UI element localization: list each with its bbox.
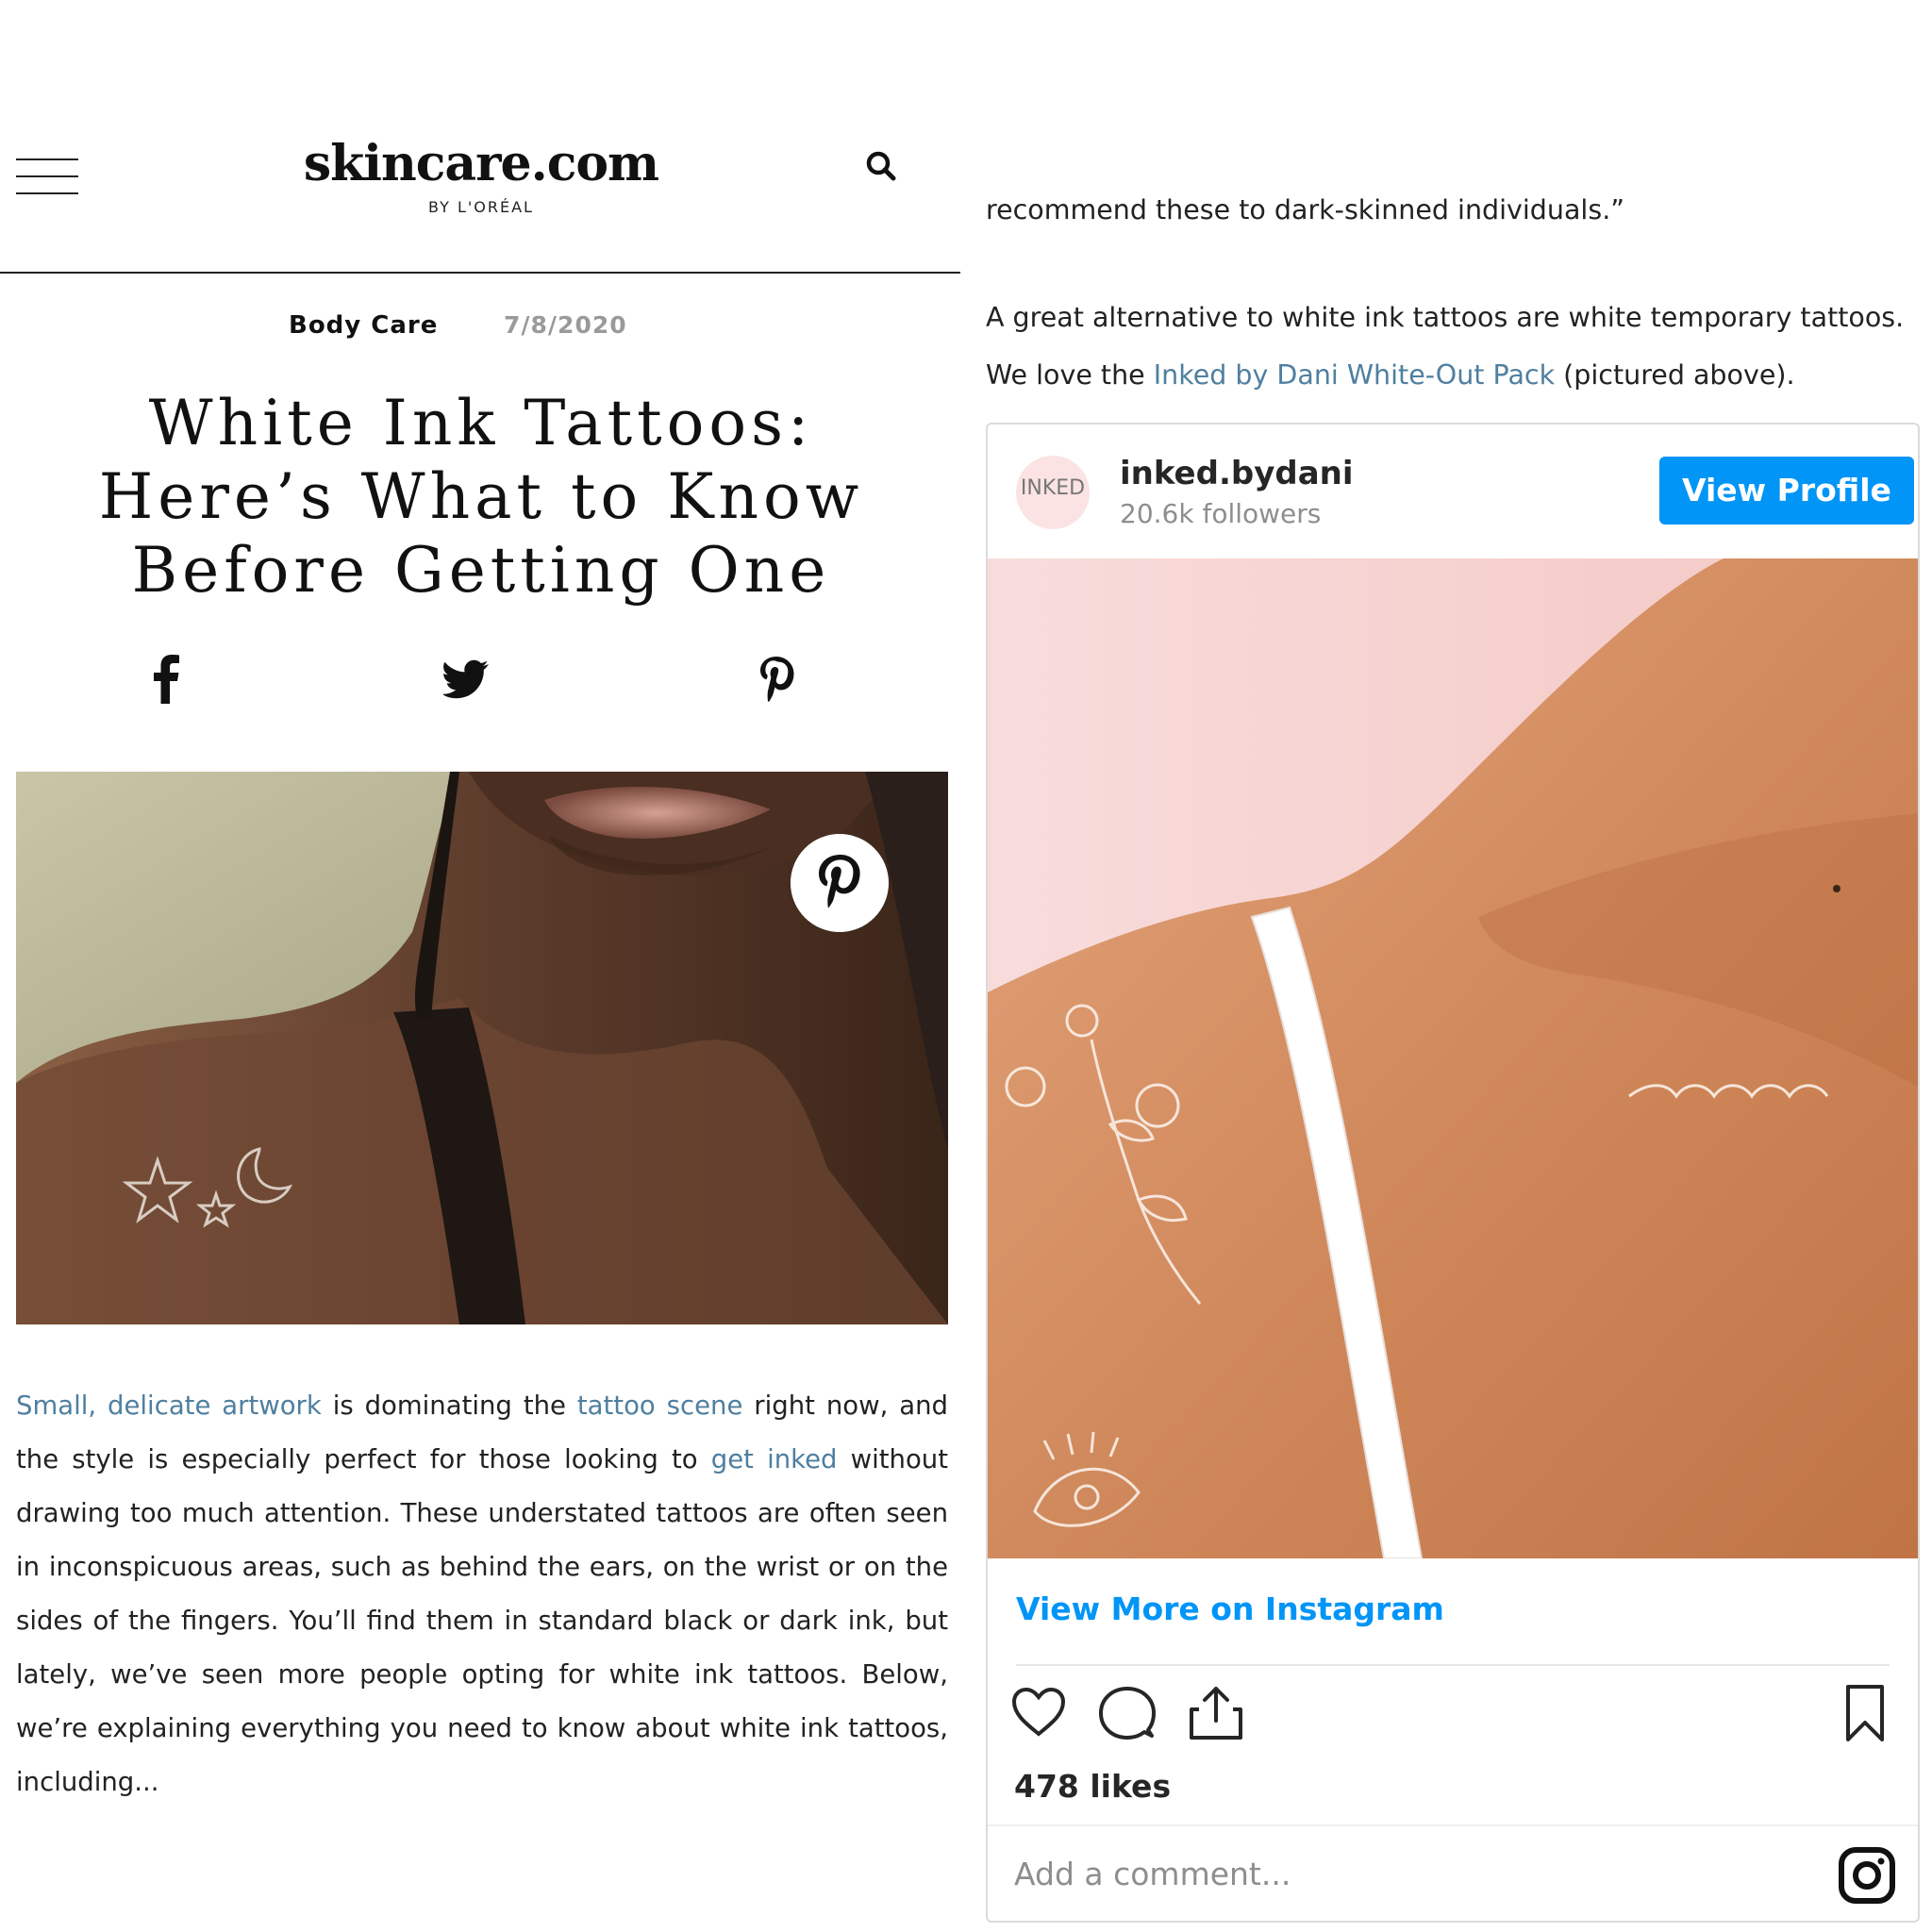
article-panel: skincare.com BY L'ORÉAL Body Care 7/8/20… [0, 0, 962, 1932]
facebook-icon[interactable] [143, 651, 191, 704]
like-count: 478 likes [1014, 1768, 1172, 1805]
share-icon[interactable] [1186, 1683, 1246, 1743]
paragraph-text: We love the [986, 359, 1154, 391]
link-inked-by-dani-pack[interactable]: Inked by Dani White-Out Pack [1154, 359, 1555, 391]
paragraph-line: A great alternative to white ink tattoos… [986, 302, 1905, 333]
logo-wordmark: skincare.com [303, 135, 659, 192]
category-link[interactable]: Body Care [289, 311, 438, 340]
instagram-logo-icon[interactable] [1837, 1845, 1897, 1906]
twitter-icon[interactable] [443, 651, 491, 704]
link-get-inked[interactable]: get inked [711, 1444, 838, 1474]
view-more-link[interactable]: View More on Instagram [1016, 1591, 1444, 1627]
site-logo[interactable]: skincare.com BY L'ORÉAL [292, 135, 670, 217]
link-tattoo-scene[interactable]: tattoo scene [577, 1391, 743, 1421]
menu-line [16, 192, 78, 194]
intro-text: without drawing too much attention. Thes… [16, 1444, 948, 1797]
comment-icon[interactable] [1097, 1683, 1158, 1743]
paragraph-line: We love the Inked by Dani White-Out Pack… [986, 359, 1795, 391]
pin-it-button[interactable] [791, 834, 889, 932]
intro-text: is dominating the [321, 1391, 577, 1421]
article-intro: Small, delicate artwork is dominating th… [16, 1379, 948, 1809]
link-small-delicate-artwork[interactable]: Small, delicate artwork [16, 1391, 322, 1421]
pinterest-icon[interactable] [753, 651, 800, 704]
avatar-text: INKED [1020, 476, 1086, 500]
divider [1016, 1664, 1890, 1666]
article-meta: Body Care 7/8/2020 [0, 311, 962, 343]
paragraph-text: (pictured above). [1555, 359, 1795, 391]
bookmark-icon[interactable] [1835, 1683, 1895, 1743]
quote-ending: recommend these to dark-skinned individu… [986, 194, 1625, 225]
view-profile-button[interactable]: View Profile [1659, 457, 1914, 525]
menu-line [16, 175, 78, 177]
article-continued-panel: recommend these to dark-skinned individu… [962, 0, 1932, 1932]
menu-line [16, 158, 78, 160]
publish-date: 7/8/2020 [504, 311, 627, 339]
search-icon[interactable] [864, 149, 898, 183]
instagram-embed: INKED inked.bydani 20.6k followers View … [986, 423, 1920, 1923]
header-divider [0, 272, 960, 274]
hamburger-menu-icon[interactable] [16, 158, 78, 196]
article-headline: White Ink Tattoos: Here’s What to Know B… [98, 387, 864, 607]
instagram-post-image[interactable] [988, 558, 1918, 1558]
instagram-username[interactable]: inked.bydani [1120, 455, 1354, 492]
comment-input[interactable] [1014, 1847, 1825, 1900]
follower-count: 20.6k followers [1120, 498, 1322, 529]
heart-icon[interactable] [1008, 1683, 1069, 1743]
divider [988, 1824, 1918, 1826]
instagram-avatar[interactable]: INKED [1016, 456, 1090, 529]
logo-tagline: BY L'ORÉAL [428, 198, 534, 216]
